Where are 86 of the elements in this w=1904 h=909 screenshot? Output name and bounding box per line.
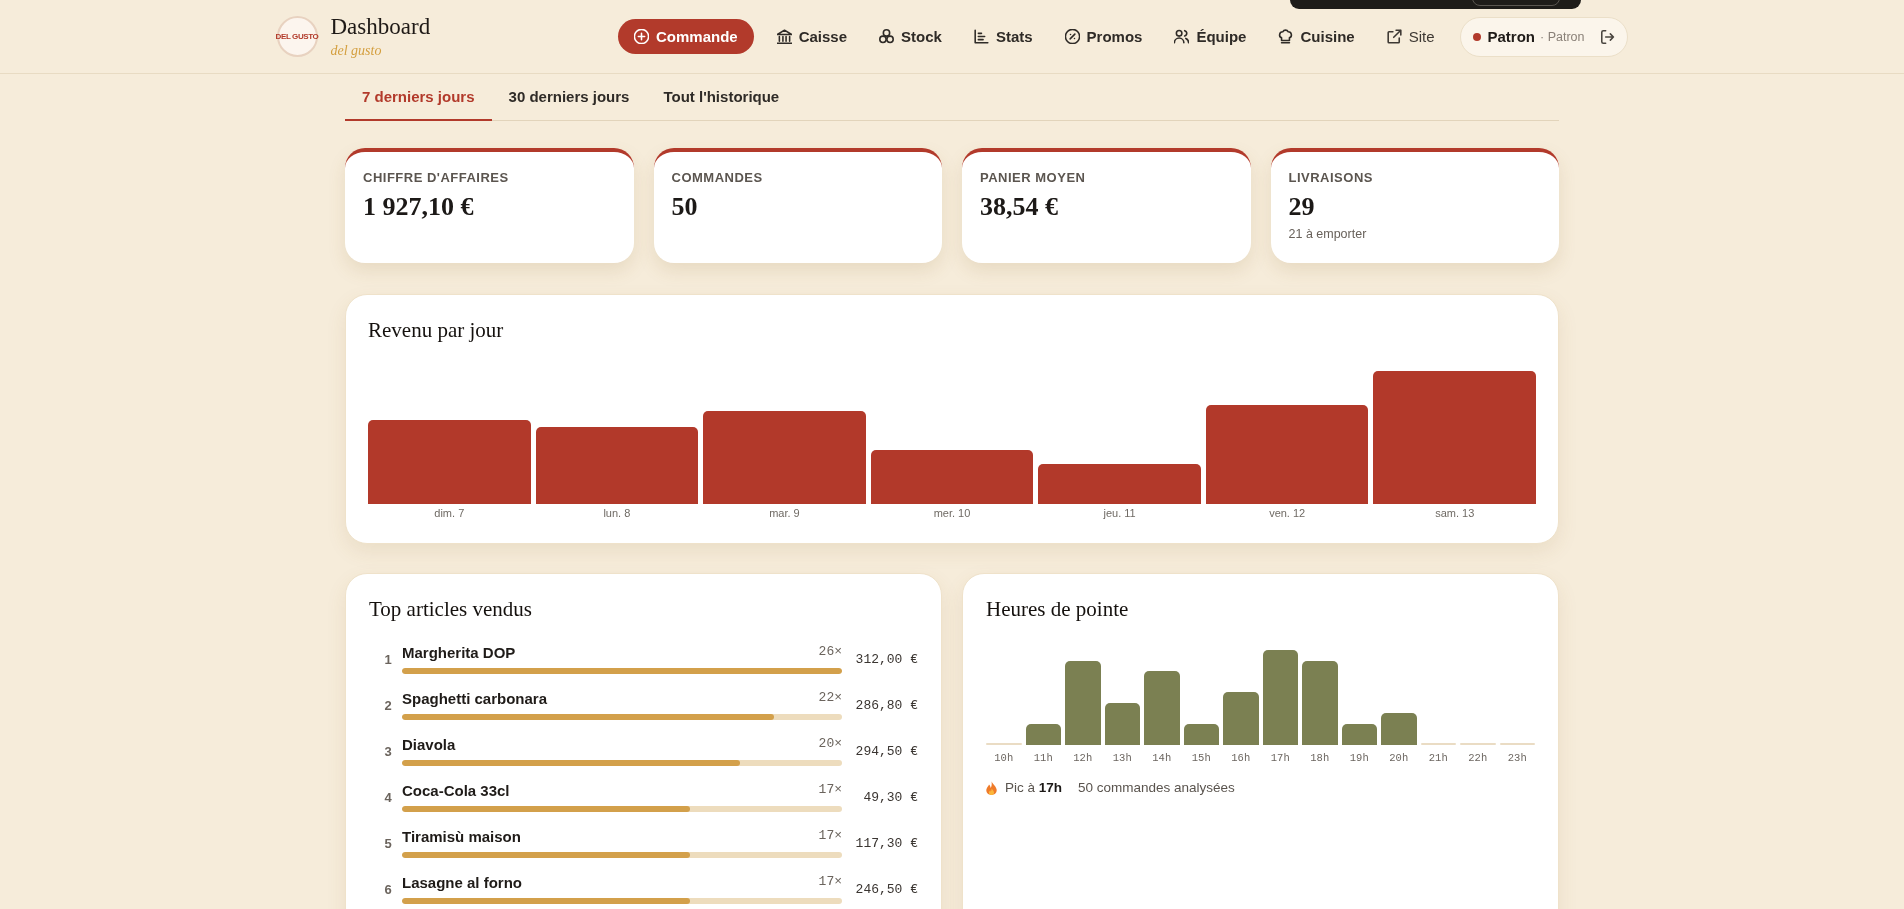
hour-bar [1223,692,1259,745]
item-amount: 312,00 € [854,651,918,667]
item-name: Coca-Cola 33cl [402,782,510,800]
kpi-value: 29 [1288,192,1315,222]
item-amount: 294,50 € [854,743,918,759]
user-name: Patron [1487,28,1536,45]
hour-bar [1341,724,1377,745]
kpi-value: 1 927,10 € [363,192,474,222]
hour-label: 15h [1190,752,1212,765]
day-label: dim. 7 [433,506,466,520]
hour-bar [1183,724,1219,745]
day-label: ven. 12 [1268,506,1307,520]
item-count: 20× [818,736,842,751]
item-name: Margherita DOP [402,644,516,662]
hour-label: 20h [1388,752,1410,765]
kpi-label: LIVRAISONS [1288,170,1373,186]
page-title: Dashboard [330,14,431,40]
period-tab[interactable]: Tout l'historique [646,74,797,121]
user-role: · Patron [1540,29,1585,44]
item-name: Tiramisù maison [402,828,521,846]
hour-label: 22h [1467,752,1489,765]
hour-label: 13h [1111,752,1133,765]
rank-number: 3 [383,743,393,759]
hour-label: 23h [1506,752,1528,765]
flame-icon [986,780,997,795]
day-label: lun. 8 [602,506,632,520]
period-tab[interactable]: 7 derniers jours [345,74,492,121]
plus-circle-icon [634,29,649,44]
status-dot-icon [1472,32,1481,41]
hour-label: 21h [1427,752,1449,765]
hour-label: 12h [1072,752,1094,765]
kpi-value: 38,54 € [980,192,1058,222]
primary-action-button[interactable]: Commande [618,19,754,54]
bank-icon [776,29,792,44]
day-label: sam. 13 [1434,506,1476,520]
orders-count-text: 50 commandes analysées [1078,779,1235,796]
percent-badge-icon [1064,29,1080,44]
bar-chart-icon [973,29,989,44]
card-title: Top articles vendus [369,597,532,621]
rank-number: 6 [383,881,393,897]
card-title: Revenu par jour [368,318,504,342]
hour-label: 10h [993,752,1015,765]
external-link[interactable]: Site [1377,19,1444,54]
item-amount: 286,80 € [854,697,918,713]
hour-label: 14h [1151,752,1173,765]
item-name: Spaghetti carbonara [402,690,548,708]
brand-logo: DEL GUSTO [276,16,318,57]
item-count: 17× [818,828,842,843]
logout-icon[interactable] [1600,29,1615,44]
hour-label: 18h [1309,752,1331,765]
external-link-icon [1386,29,1402,44]
day-label: mar. 9 [768,506,801,520]
item-amount: 49,30 € [862,789,918,805]
card-title: Heures de pointe [986,597,1129,621]
hour-label: 11h [1032,752,1054,765]
kpi-note: 21 à emporter [1288,227,1367,242]
kpi-label: COMMANDES [671,170,763,186]
three-circles-icon [879,29,895,44]
rank-number: 4 [383,789,393,805]
hour-label: 16h [1230,752,1252,765]
item-count: 26× [818,644,842,659]
hour-label: 19h [1348,752,1370,765]
item-count: 22× [818,690,842,705]
brand-subtitle: del gusto [330,43,382,59]
item-amount: 246,50 € [854,881,918,897]
period-tab[interactable]: 30 derniers jours [491,74,647,121]
kpi-value: 50 [671,192,698,222]
peak-hour-text: Pic à 17h [1005,779,1063,796]
item-amount: 117,30 € [854,835,918,851]
day-label: jeu. 11 [1102,506,1137,520]
rank-number: 5 [383,835,393,851]
hour-bar [1381,713,1417,745]
users-icon [1174,29,1190,44]
rank-number: 2 [383,697,393,713]
chef-hat-icon [1278,29,1294,44]
item-count: 17× [818,874,842,889]
day-label: mer. 10 [932,506,972,520]
item-name: Diavola [402,736,456,754]
item-name: Lasagne al forno [402,874,523,892]
kpi-label: CHIFFRE D'AFFAIRES [363,170,509,186]
kpi-label: PANIER MOYEN [980,170,1086,186]
hour-label: 17h [1269,752,1291,765]
hour-bar [1025,724,1061,745]
hour-bar [1104,703,1140,745]
rank-number: 1 [383,651,393,667]
item-count: 17× [818,782,842,797]
